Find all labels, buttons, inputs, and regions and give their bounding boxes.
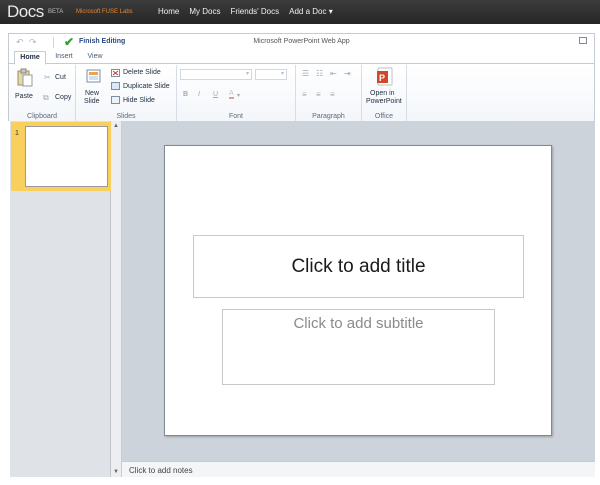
nav-home[interactable]: Home	[158, 7, 179, 16]
ribbon-groups: Paste ✂ Cut ⧉ Copy Clipboard New Slide D…	[9, 65, 594, 121]
new-slide-icon[interactable]	[86, 68, 102, 86]
powerpoint-icon[interactable]: P	[376, 67, 394, 87]
clipboard-group: Paste ✂ Cut ⧉ Copy Clipboard	[9, 65, 76, 121]
align-left-icon[interactable]: ≡	[302, 90, 307, 99]
cut-icon: ✂	[44, 73, 51, 82]
slides-group: New Slide Delete Slide Duplicate Slide H…	[76, 65, 177, 121]
font-size-chevron-down-icon: ▾	[280, 71, 284, 77]
font-group-label: Font	[228, 113, 243, 120]
new-slide-label-line2[interactable]: Slide	[84, 98, 100, 105]
increase-indent-icon[interactable]: ⇥	[344, 69, 351, 78]
duplicate-slide-button[interactable]: Duplicate Slide	[123, 83, 170, 90]
italic-button[interactable]: I	[198, 91, 200, 98]
delete-slide-button[interactable]: Delete Slide	[123, 69, 161, 76]
copy-icon: ⧉	[43, 93, 49, 102]
nav-friends-docs[interactable]: Friends' Docs	[230, 7, 279, 16]
title-placeholder[interactable]: Click to add title	[193, 235, 524, 298]
new-slide-label-line1[interactable]: New	[85, 90, 99, 97]
font-name-chevron-down-icon: ▾	[245, 71, 249, 77]
slide-editing-area: Click to add title Click to add subtitle	[122, 121, 595, 461]
slide-thumbnails-pane: 1	[10, 121, 111, 477]
ribbon: ↶ ↷ ✔ Finish Editing Microsoft PowerPoin…	[8, 33, 595, 121]
hide-slide-icon	[111, 96, 120, 104]
docs-logo[interactable]: Docs	[7, 2, 44, 22]
tab-insert[interactable]: Insert	[49, 51, 79, 64]
align-center-icon[interactable]: ≡	[316, 90, 321, 99]
hide-slide-button[interactable]: Hide Slide	[123, 97, 155, 104]
office-group-label: Office	[374, 113, 394, 120]
app-title: Microsoft PowerPoint Web App	[253, 38, 350, 45]
tab-home[interactable]: Home	[14, 51, 46, 65]
office-group: P Open in PowerPoint Office	[362, 65, 407, 121]
copy-button[interactable]: Copy	[55, 94, 71, 101]
beta-label: BETA	[48, 9, 64, 15]
align-right-icon[interactable]: ≡	[330, 90, 335, 99]
slide-thumbnail-selected[interactable]: 1	[11, 122, 111, 191]
font-group: ▾ ▾ B I U A ▾ Font	[177, 65, 296, 121]
delete-slide-icon	[111, 69, 120, 77]
slide-canvas[interactable]: Click to add title Click to add subtitle	[164, 145, 552, 436]
nav-my-docs[interactable]: My Docs	[189, 7, 220, 16]
decrease-indent-icon[interactable]: ⇤	[330, 69, 337, 78]
font-name-dropdown[interactable]: ▾	[180, 69, 252, 80]
bottom-spacer	[0, 477, 600, 485]
scroll-down-arrow-icon[interactable]: ▼	[113, 469, 119, 475]
notes-pane[interactable]: Click to add notes	[122, 461, 595, 477]
docs-top-bar: Docs BETA Microsoft FUSE Labs Home My Do…	[0, 0, 600, 24]
paragraph-group: ☰ ☷ ⇤ ⇥ ≡ ≡ ≡ Paragraph	[296, 65, 362, 121]
ribbon-tabs: Home Insert View	[9, 51, 594, 65]
tab-view[interactable]: View	[81, 51, 109, 64]
bold-button[interactable]: B	[183, 91, 188, 98]
subtitle-placeholder[interactable]: Click to add subtitle	[222, 309, 495, 385]
paste-button[interactable]: Paste	[15, 93, 33, 100]
font-color-button[interactable]: A	[229, 90, 234, 99]
slides-group-label: Slides	[116, 113, 136, 120]
numbering-icon[interactable]: ☷	[316, 69, 323, 78]
paste-icon[interactable]	[17, 68, 33, 87]
cut-button[interactable]: Cut	[55, 74, 66, 81]
duplicate-slide-icon	[111, 82, 120, 90]
top-nav: Home My Docs Friends' Docs Add a Doc ▾	[158, 7, 333, 16]
open-in-powerpoint-line2[interactable]: PowerPoint	[366, 98, 402, 105]
quick-access-toolbar: ↶ ↷ ✔ Finish Editing Microsoft PowerPoin…	[9, 34, 594, 51]
top-spacer	[0, 24, 600, 33]
clipboard-group-label: Clipboard	[27, 113, 57, 120]
font-size-dropdown[interactable]: ▾	[255, 69, 287, 80]
scroll-up-arrow-icon[interactable]: ▲	[113, 123, 119, 129]
popout-icon[interactable]	[579, 37, 587, 44]
bullets-icon[interactable]: ☰	[302, 69, 309, 78]
nav-add-a-doc[interactable]: Add a Doc ▾	[289, 7, 333, 16]
slide-thumbnail-number: 1	[15, 130, 19, 137]
fuse-labs-link[interactable]: Microsoft FUSE Labs	[76, 9, 133, 15]
font-color-chevron-down-icon[interactable]: ▾	[237, 92, 240, 99]
svg-text:P: P	[379, 73, 385, 83]
open-in-powerpoint-line1[interactable]: Open in	[370, 90, 395, 97]
paragraph-group-label: Paragraph	[312, 113, 345, 120]
thumbnails-scrollbar[interactable]: ▲ ▼	[111, 121, 122, 477]
underline-button[interactable]: U	[213, 91, 218, 98]
slide-thumbnail-preview[interactable]	[25, 126, 108, 187]
notes-placeholder[interactable]: Click to add notes	[129, 466, 193, 475]
